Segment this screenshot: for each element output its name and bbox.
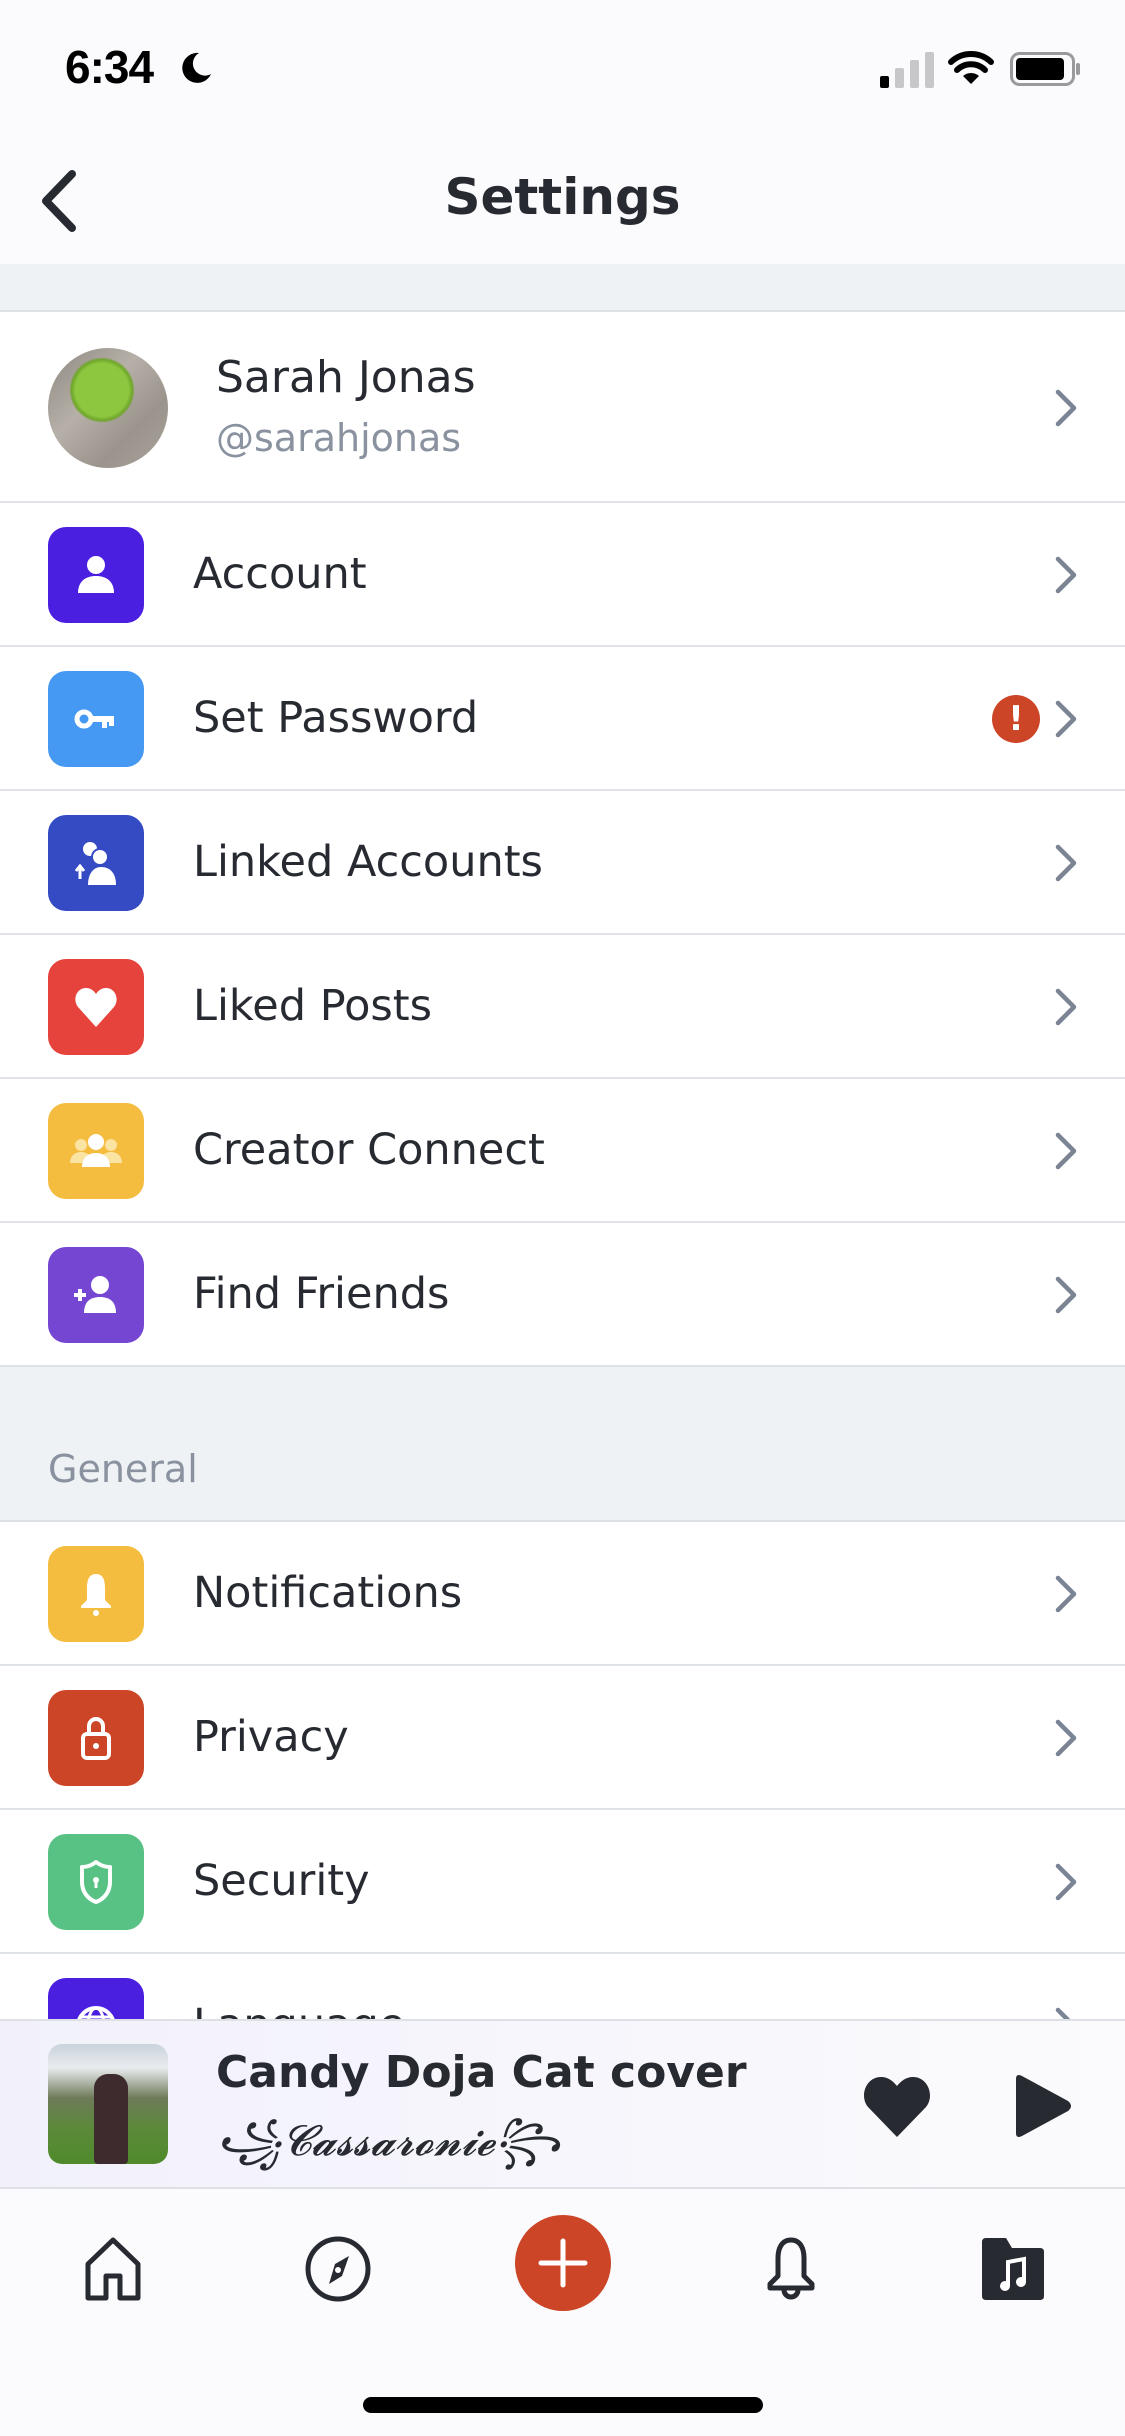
plus-icon: [538, 2238, 588, 2288]
tab-notifications[interactable]: [751, 2229, 831, 2309]
settings-row-account[interactable]: Account: [0, 503, 1125, 647]
profile-name: Sarah Jonas: [216, 352, 476, 403]
settings-row-liked-posts[interactable]: Liked Posts: [0, 935, 1125, 1079]
security-icon-box: [48, 1834, 144, 1930]
add-person-icon: [74, 1276, 116, 1313]
settings-row-label: Account: [193, 549, 367, 599]
key-icon: [74, 709, 114, 729]
status-bar: 6:34: [0, 0, 1125, 130]
settings-row-label: Linked Accounts: [193, 837, 543, 887]
lock-icon: [81, 1717, 111, 1760]
creator-connect-icon-box: [48, 1103, 144, 1199]
find-friends-icon-box: [48, 1247, 144, 1343]
linked-users-icon: [74, 842, 116, 885]
heart-icon: [75, 988, 117, 1027]
chevron-right-icon: [1055, 1719, 1077, 1757]
group-icon: [70, 1134, 122, 1167]
settings-row-privacy[interactable]: Privacy: [0, 1666, 1125, 1810]
mini-player[interactable]: Candy Doja Cat cover ꧁𝓒𝓪𝓼𝓼𝓪𝓻𝓸𝓷𝓲𝓮꧂: [0, 2019, 1125, 2189]
liked-posts-icon-box: [48, 959, 144, 1055]
music-folder-icon: [982, 2238, 1044, 2300]
chevron-right-icon: [1055, 1575, 1077, 1613]
status-time: 6:34: [65, 41, 154, 93]
nav-header: Settings: [0, 130, 1125, 264]
chevron-right-icon: [1055, 988, 1077, 1026]
like-button[interactable]: [860, 2071, 934, 2141]
home-indicator: [363, 2397, 763, 2413]
chevron-right-icon: [1055, 1863, 1077, 1901]
person-icon: [78, 556, 114, 593]
home-icon: [85, 2237, 141, 2301]
tab-create-button[interactable]: [515, 2215, 611, 2311]
avatar: [48, 348, 168, 468]
warning-badge: !: [992, 695, 1040, 743]
chevron-right-icon: [1055, 700, 1077, 738]
settings-row-label: Set Password: [193, 693, 479, 743]
moon-icon: [182, 52, 211, 83]
wifi-icon: [948, 51, 994, 84]
privacy-icon-box: [48, 1690, 144, 1786]
tab-library[interactable]: [973, 2229, 1053, 2309]
album-art-figure: [94, 2074, 128, 2164]
bell-icon: [767, 2237, 815, 2300]
settings-row-label: Notifications: [193, 1568, 463, 1618]
settings-row-find-friends[interactable]: Find Friends: [0, 1223, 1125, 1367]
settings-row-creator-connect[interactable]: Creator Connect: [0, 1079, 1125, 1223]
play-button[interactable]: [1008, 2073, 1074, 2139]
battery-icon: [1010, 52, 1080, 86]
settings-row-set-password[interactable]: Set Password !: [0, 647, 1125, 791]
settings-row-label: Liked Posts: [193, 981, 433, 1031]
tab-explore[interactable]: [298, 2229, 378, 2309]
track-title: Candy Doja Cat cover: [216, 2047, 747, 2098]
settings-row-label: Security: [193, 1856, 370, 1906]
settings-row-label: Creator Connect: [193, 1125, 545, 1175]
general-section-header: General: [0, 1367, 1125, 1522]
top-spacer: [0, 264, 1125, 312]
notifications-icon-box: [48, 1546, 144, 1642]
compass-icon: [305, 2236, 371, 2302]
account-icon-box: [48, 527, 144, 623]
profile-row[interactable]: Sarah Jonas @sarahjonas: [0, 312, 1125, 503]
settings-row-linked-accounts[interactable]: Linked Accounts: [0, 791, 1125, 935]
album-art: [48, 2044, 168, 2164]
track-artist: ꧁𝓒𝓪𝓼𝓼𝓪𝓻𝓸𝓷𝓲𝓮꧂: [216, 2116, 561, 2165]
tab-home[interactable]: [73, 2229, 153, 2309]
settings-row-label: Find Friends: [193, 1269, 450, 1319]
set-password-icon-box: [48, 671, 144, 767]
bell-icon: [81, 1574, 111, 1616]
settings-row-security[interactable]: Security: [0, 1810, 1125, 1954]
chevron-right-icon: [1055, 844, 1077, 882]
profile-handle: @sarahjonas: [216, 416, 462, 460]
signal-icon: [880, 52, 934, 88]
chevron-right-icon: [1055, 556, 1077, 594]
chevron-right-icon: [1055, 1132, 1077, 1170]
page-title: Settings: [444, 168, 681, 226]
linked-accounts-icon-box: [48, 815, 144, 911]
shield-icon: [80, 1860, 112, 1904]
settings-row-label: Privacy: [193, 1712, 349, 1762]
section-title-general: General: [48, 1447, 198, 1491]
chevron-right-icon: [1055, 389, 1077, 427]
chevron-right-icon: [1055, 1276, 1077, 1314]
settings-row-notifications[interactable]: Notifications: [0, 1522, 1125, 1666]
